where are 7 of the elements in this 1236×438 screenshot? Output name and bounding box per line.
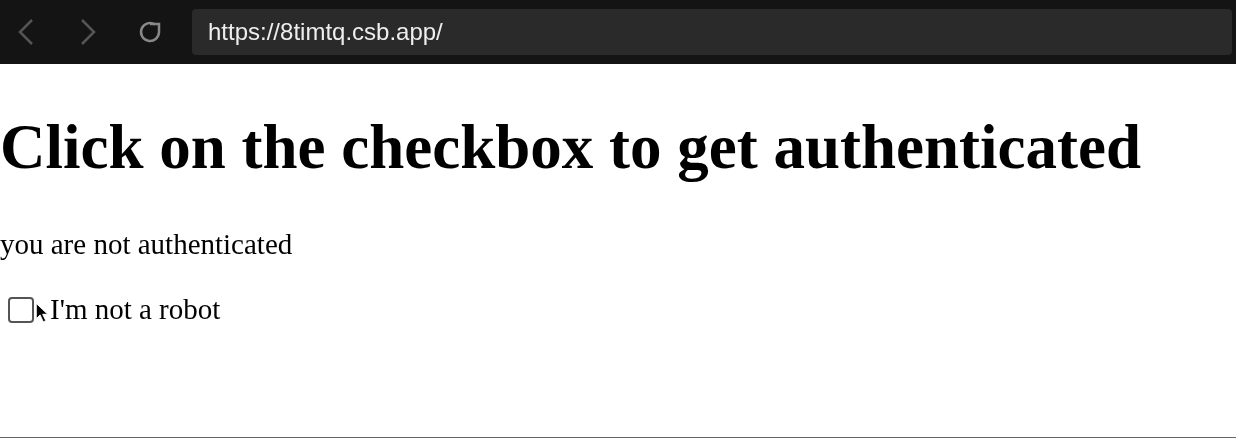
checkbox[interactable] bbox=[8, 296, 34, 323]
checkbox-label[interactable]: I'm not a robot bbox=[50, 295, 221, 324]
back-icon[interactable] bbox=[16, 17, 36, 47]
status-text: you are not authenticated bbox=[0, 230, 294, 259]
cursor-icon bbox=[35, 301, 49, 325]
address-bar[interactable]: https://8timtq.csb.app/ bbox=[192, 9, 1232, 55]
forward-icon[interactable] bbox=[78, 17, 98, 47]
